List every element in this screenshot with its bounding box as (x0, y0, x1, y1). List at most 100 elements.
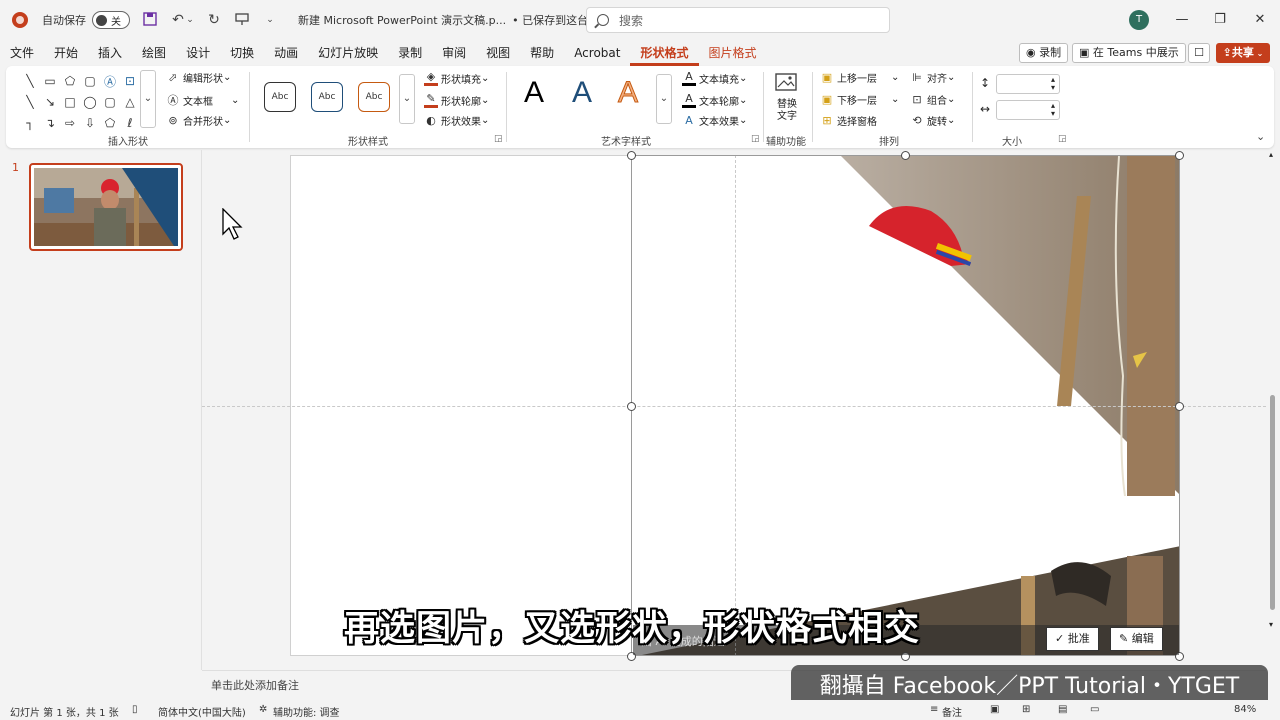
accessibility-status[interactable]: 辅助功能: 调查 (273, 704, 340, 719)
tab-review[interactable]: 审阅 (432, 40, 476, 66)
straight-line-icon[interactable]: ╲ (20, 93, 40, 111)
notes-icon[interactable]: ≡ (930, 704, 938, 715)
shape-style-preset-3[interactable]: Abc (358, 82, 390, 112)
resize-handle-right[interactable] (1175, 402, 1184, 411)
notes-toggle[interactable]: 备注 (942, 704, 962, 719)
slideshow-icon[interactable]: ▭ (1090, 704, 1099, 715)
teams-present-button[interactable]: ▣ 在 Teams 中展示 (1072, 43, 1186, 63)
slide-sorter-icon[interactable]: ⊞ (1022, 704, 1030, 715)
arrow-line-icon[interactable]: ↘ (40, 93, 60, 111)
rotate-button[interactable]: ⟲ 旋转 ⌄ (910, 113, 955, 128)
triangle-shape-icon[interactable]: △ (120, 93, 140, 111)
shape-effects-button[interactable]: ◐ 形状效果 ⌄ (424, 113, 489, 128)
alt-text-button[interactable]: 替换 文字 (770, 72, 804, 128)
right-arrow-shape-icon[interactable]: ⇨ (60, 114, 80, 132)
freeform-shape-icon[interactable]: ℓ (120, 114, 140, 132)
tab-help[interactable]: 帮助 (520, 40, 564, 66)
group-button[interactable]: ⊡ 组合 ⌄ (910, 92, 955, 107)
dialog-launcher-icon[interactable]: ◲ (1058, 134, 1067, 144)
height-stepper-icon[interactable]: ▴ ▾ (1051, 76, 1055, 92)
undo-icon[interactable]: ↶ (170, 12, 186, 28)
shape-style-preset-2[interactable]: Abc (311, 82, 343, 112)
resize-handle-top-right[interactable] (1175, 151, 1184, 160)
text-box-button[interactable]: Ⓐ 文本框 ⌄ (166, 92, 240, 108)
textbox-shape-icon[interactable]: Ⓐ (100, 72, 120, 90)
tab-shape-format[interactable]: 形状格式 (630, 40, 699, 66)
scrollbar-thumb[interactable] (1270, 395, 1275, 610)
slide-thumbnail[interactable] (29, 163, 183, 251)
tab-record[interactable]: 录制 (388, 40, 432, 66)
edit-shape-button[interactable]: ⬀ 编辑形状 ⌄ (166, 70, 231, 85)
resize-handle-top[interactable] (901, 151, 910, 160)
elbow-arrow-icon[interactable]: ↴ (40, 114, 60, 132)
round-rectangle-shape-icon[interactable]: ▢ (80, 72, 100, 90)
undo-dropdown-icon[interactable]: ⌄ (186, 12, 194, 28)
resize-handle-left[interactable] (627, 402, 636, 411)
minimize-icon[interactable]: — (1172, 10, 1192, 30)
tab-view[interactable]: 视图 (476, 40, 520, 66)
tab-file[interactable]: 文件 (0, 40, 44, 66)
search-input[interactable]: 搜索 (586, 7, 890, 33)
tab-design[interactable]: 设计 (176, 40, 220, 66)
elbow-connector-icon[interactable]: ┐ (20, 114, 40, 132)
tab-acrobat[interactable]: Acrobat (564, 40, 630, 66)
scroll-up-icon[interactable]: ▴ (1269, 150, 1273, 159)
pentagon-shape-icon[interactable]: ⬠ (100, 114, 120, 132)
customize-toolbar-icon[interactable]: ⌄ (262, 12, 278, 28)
record-button[interactable]: ◉ 录制 (1019, 43, 1069, 63)
width-stepper-icon[interactable]: ▴ ▾ (1051, 102, 1055, 118)
approve-alt-text-button[interactable]: ✓ 批准 (1046, 627, 1099, 651)
vertical-scrollbar[interactable]: ▴ ▾ (1267, 150, 1278, 670)
shape-style-preset-1[interactable]: Abc (264, 82, 296, 112)
text-fill-button[interactable]: A 文本填充 ⌄ (682, 70, 747, 86)
tab-slideshow[interactable]: 幻灯片放映 (308, 40, 388, 66)
line-shape-icon[interactable]: ╲ (20, 72, 40, 90)
zoom-level[interactable]: 84% (1234, 704, 1256, 715)
oval-shape-icon[interactable]: ◯ (80, 93, 100, 111)
tab-animations[interactable]: 动画 (264, 40, 308, 66)
bring-forward-button[interactable]: ▣ 上移一层 ⌄ (820, 70, 900, 85)
tab-home[interactable]: 开始 (44, 40, 88, 66)
merge-shapes-button[interactable]: ⊚ 合并形状 ⌄ (166, 113, 231, 128)
share-button[interactable]: ⇪共享 ⌄ (1216, 43, 1270, 63)
collapse-ribbon-icon[interactable]: ⌄ (1256, 130, 1265, 143)
selection-pane-button[interactable]: ⊞ 选择窗格 (820, 113, 877, 128)
restore-icon[interactable]: ❐ (1210, 10, 1230, 30)
shapes-gallery-more-button[interactable]: ⌄ (140, 70, 156, 128)
selection-frame[interactable] (631, 155, 1180, 656)
document-title[interactable]: 新建 Microsoft PowerPoint 演示文稿.p... (298, 12, 506, 28)
comments-button[interactable]: ☐ (1188, 43, 1210, 63)
wordart-preset-2[interactable]: A (572, 76, 592, 110)
text-outline-button[interactable]: A 文本轮廓 ⌄ (682, 92, 747, 108)
down-arrow-shape-icon[interactable]: ⇩ (80, 114, 100, 132)
rounded-square-shape-icon[interactable]: ▢ (100, 93, 120, 111)
wordart-styles-more-button[interactable]: ⌄ (656, 74, 672, 124)
spellcheck-icon[interactable]: ▯ (132, 704, 138, 715)
normal-view-icon[interactable]: ▣ (990, 704, 999, 715)
snip-rectangle-shape-icon[interactable]: ⬠ (60, 72, 80, 90)
wordart-preset-1[interactable]: A (524, 76, 544, 110)
tab-picture-format[interactable]: 图片格式 (699, 40, 767, 66)
tab-draw[interactable]: 绘图 (132, 40, 176, 66)
wordart-preset-3[interactable]: A (617, 76, 638, 110)
avatar[interactable]: T (1129, 10, 1149, 30)
scroll-down-icon[interactable]: ▾ (1269, 620, 1273, 629)
slide-count-status[interactable]: 幻灯片 第 1 张，共 1 张 (10, 704, 119, 719)
edit-alt-text-button[interactable]: ✎ 编辑 (1110, 627, 1163, 651)
presenter-icon[interactable] (234, 12, 250, 28)
shape-fill-button[interactable]: ◈ 形状填充 ⌄ (424, 70, 489, 86)
text-effects-button[interactable]: A 文本效果 ⌄ (682, 113, 747, 128)
dialog-launcher-icon[interactable]: ◲ (751, 134, 760, 144)
vertical-textbox-shape-icon[interactable]: ⊡ (120, 72, 140, 90)
autosave-toggle[interactable]: 关 (92, 11, 130, 29)
shape-styles-more-button[interactable]: ⌄ (399, 74, 415, 124)
language-status[interactable]: 简体中文(中国大陆) (158, 704, 246, 719)
align-button[interactable]: ⊫ 对齐 ⌄ (910, 70, 955, 85)
close-icon[interactable]: ✕ (1250, 10, 1270, 30)
square-shape-icon[interactable]: □ (60, 93, 80, 111)
shape-outline-button[interactable]: ✎ 形状轮廓 ⌄ (424, 92, 489, 108)
tab-insert[interactable]: 插入 (88, 40, 132, 66)
resize-handle-top-left[interactable] (627, 151, 636, 160)
redo-icon[interactable]: ↻ (206, 12, 222, 28)
tab-transitions[interactable]: 切换 (220, 40, 264, 66)
